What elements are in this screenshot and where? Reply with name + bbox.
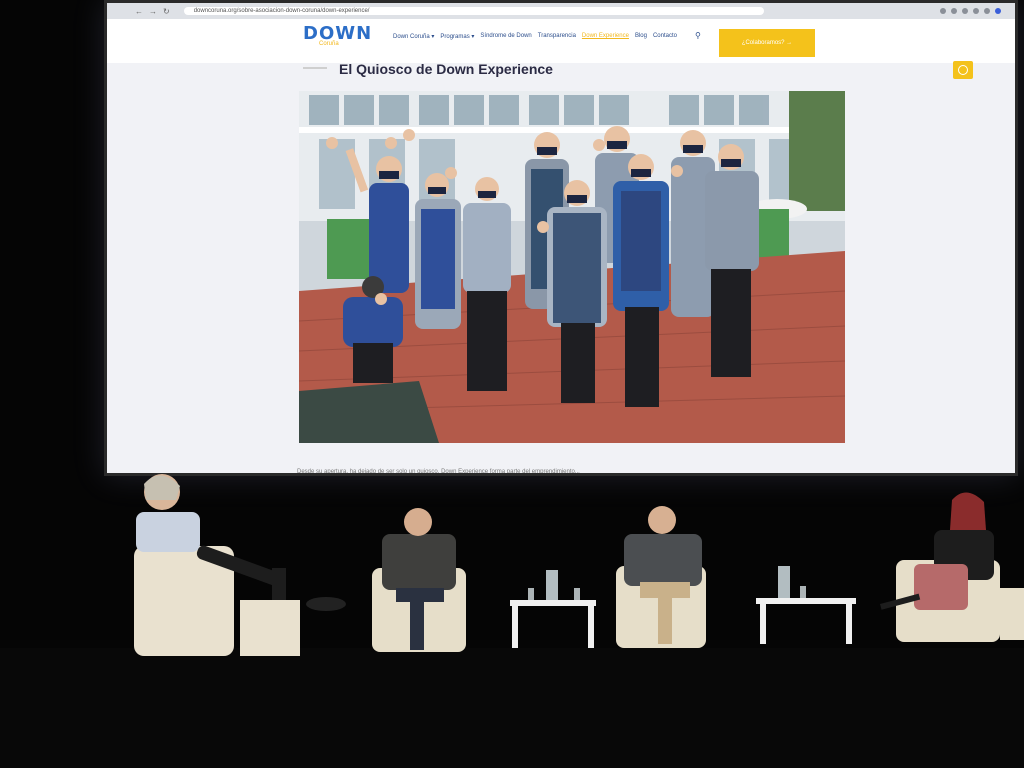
menu-item-blog[interactable]: Blog: [635, 33, 647, 40]
reload-icon[interactable]: ↻: [163, 7, 170, 16]
profile-avatar-icon[interactable]: [995, 8, 1001, 14]
forward-arrow-icon[interactable]: →: [149, 7, 157, 16]
menu-item-down-coruna[interactable]: Down Coruña ▾: [393, 33, 434, 40]
projection-screen: ← → ↻ downcoruna.org/sobre-asociacion-do…: [104, 0, 1018, 476]
back-arrow-icon[interactable]: ←: [135, 7, 143, 16]
title-divider: [303, 67, 327, 69]
panelist-figure: [616, 506, 706, 648]
menu-item-sindrome[interactable]: Síndrome de Down: [480, 33, 531, 40]
site-header: DOWN Coruña Down Coruña ▾ Programas ▾ Sí…: [107, 19, 1015, 63]
browser-toolbar: ← → ↻ downcoruna.org/sobre-asociacion-do…: [107, 3, 1015, 19]
side-table: [510, 570, 596, 648]
menu-item-transparencia[interactable]: Transparencia: [538, 33, 576, 40]
extension-icon[interactable]: [951, 8, 957, 14]
menu-item-down-experience[interactable]: Down Experience: [582, 33, 629, 40]
extension-icon[interactable]: [940, 8, 946, 14]
site-logo-subtitle: Coruña: [319, 41, 339, 47]
main-menu: Down Coruña ▾ Programas ▾ Síndrome de Do…: [393, 33, 677, 40]
extension-icons: [940, 8, 1001, 14]
menu-item-programas[interactable]: Programas ▾: [440, 33, 474, 40]
panelist-figure: [880, 492, 1024, 642]
colaboramos-button[interactable]: ¿Colaboramos? →: [719, 29, 815, 57]
address-bar[interactable]: downcoruna.org/sobre-asociacion-down-cor…: [183, 7, 764, 15]
extension-icon[interactable]: [962, 8, 968, 14]
panel-discussion: [134, 474, 1024, 656]
menu-item-contacto[interactable]: Contacto: [653, 33, 677, 40]
team-photo: [299, 91, 845, 443]
extension-icon[interactable]: [973, 8, 979, 14]
side-table: [756, 566, 856, 644]
page-title: El Quiosco de Down Experience: [339, 61, 553, 77]
extension-icon[interactable]: [984, 8, 990, 14]
browser-nav: ← → ↻: [135, 7, 170, 16]
panelist-figure: [372, 508, 466, 652]
search-icon[interactable]: ⚲: [695, 31, 701, 40]
moderator-figure: [134, 474, 346, 656]
chat-icon[interactable]: [953, 61, 973, 79]
